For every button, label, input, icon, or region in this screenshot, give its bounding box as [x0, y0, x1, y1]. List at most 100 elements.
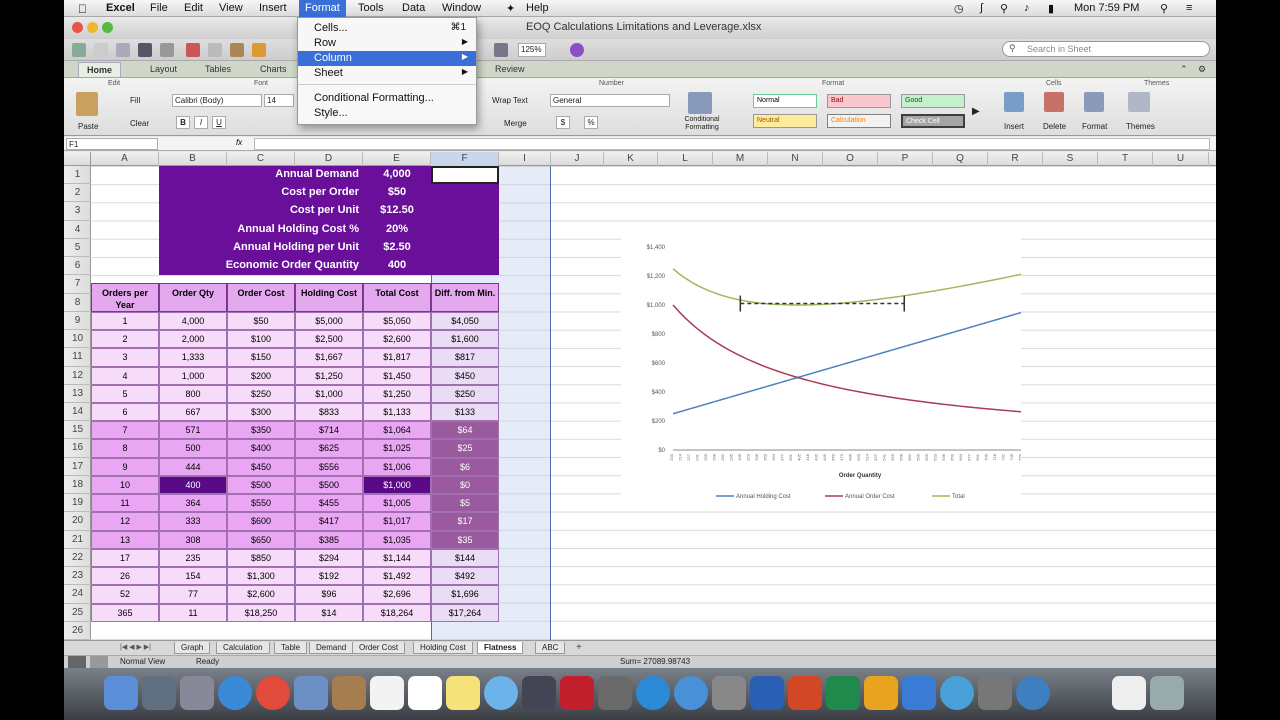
wifi-icon[interactable]: ⚲ [1000, 2, 1008, 15]
iphoto-icon[interactable] [598, 676, 632, 710]
format-menu-item-conditional-formatting[interactable]: Conditional Formatting... [298, 91, 476, 106]
column-header-u[interactable]: U [1153, 152, 1209, 166]
apple-menu-icon[interactable]:  [78, 2, 87, 16]
menu-edit[interactable]: Edit [184, 2, 203, 14]
column-header-c[interactable]: C [227, 152, 295, 166]
column-header-o[interactable]: O [823, 152, 878, 166]
add-sheet-icon[interactable]: + [576, 642, 582, 653]
search-sheet-input[interactable]: Search in Sheet ⚲ [1002, 41, 1210, 57]
mail-icon[interactable] [294, 676, 328, 710]
format-painter-icon[interactable] [252, 43, 266, 57]
row-header-9[interactable]: 9 [64, 312, 91, 331]
row-header-15[interactable]: 15 [64, 421, 91, 440]
finder-icon[interactable] [104, 676, 138, 710]
format-menu-item-style[interactable]: Style... [298, 106, 476, 121]
style-check-cell[interactable]: Check Cell [901, 114, 965, 128]
app-store-icon[interactable] [674, 676, 708, 710]
calendar-icon[interactable] [370, 676, 404, 710]
save-icon[interactable] [138, 43, 152, 57]
outlook-icon[interactable] [864, 676, 898, 710]
format-menu-item-sheet[interactable]: Sheet ▶ [298, 66, 476, 81]
font-name-select[interactable]: Calibri (Body) [172, 94, 262, 107]
tab-layout[interactable]: Layout [150, 64, 177, 74]
row-header-2[interactable]: 2 [64, 184, 91, 203]
sheet-tab-order-cost[interactable]: Order Cost [352, 642, 406, 654]
bold-button[interactable]: B [176, 116, 190, 129]
fx-icon[interactable]: fx [236, 138, 242, 147]
row-header-7[interactable]: 7 [64, 275, 91, 294]
delete-button[interactable]: Delete [1043, 122, 1066, 131]
row-header-18[interactable]: 18 [64, 476, 91, 495]
quicktime-icon[interactable] [1016, 676, 1050, 710]
conditional-formatting-icon[interactable] [688, 92, 712, 114]
active-cell-f1[interactable] [431, 166, 499, 185]
tab-tables[interactable]: Tables [205, 64, 231, 74]
row-header-10[interactable]: 10 [64, 330, 91, 349]
sheet-tab-flatness[interactable]: Flatness [477, 642, 524, 654]
column-header-k[interactable]: K [604, 152, 658, 166]
zoom-box[interactable]: 125% [518, 43, 546, 57]
column-header-s[interactable]: S [1043, 152, 1098, 166]
contacts-icon[interactable] [332, 676, 366, 710]
row-header-24[interactable]: 24 [64, 585, 91, 604]
cut-icon[interactable] [186, 43, 200, 57]
column-header-n[interactable]: N [768, 152, 823, 166]
open-icon[interactable] [116, 43, 130, 57]
percent-format-button[interactable]: % [584, 116, 598, 129]
menu-insert[interactable]: Insert [259, 2, 287, 14]
spotlight-icon[interactable]: ⚲ [1160, 2, 1168, 15]
style-bad[interactable]: Bad [827, 94, 891, 108]
menu-tools[interactable]: Tools [358, 2, 384, 14]
row-header-23[interactable]: 23 [64, 567, 91, 586]
fill-button[interactable]: Fill [130, 96, 140, 105]
notification-icon[interactable]: ≡ [1186, 2, 1192, 14]
row-header-1[interactable]: 1 [64, 166, 91, 185]
underline-button[interactable]: U [212, 116, 226, 129]
paste-icon[interactable] [230, 43, 244, 57]
column-header-j[interactable]: J [551, 152, 604, 166]
insert-button[interactable]: Insert [1004, 122, 1024, 131]
column-header-d[interactable]: D [295, 152, 363, 166]
time-machine-icon[interactable]: ◷ [954, 2, 964, 15]
menu-help[interactable]: Help [526, 2, 549, 14]
row-header-4[interactable]: 4 [64, 221, 91, 239]
row-header-16[interactable]: 16 [64, 439, 91, 458]
row-header-22[interactable]: 22 [64, 549, 91, 568]
sheet-tab-demand[interactable]: Demand [309, 642, 354, 654]
copy-icon[interactable] [208, 43, 222, 57]
zoom-window-button[interactable] [102, 22, 113, 33]
column-header-l[interactable]: L [658, 152, 713, 166]
powerpoint-icon[interactable] [788, 676, 822, 710]
styles-more-arrow-icon[interactable]: ▶ [972, 106, 980, 117]
sheet-tab-calculation[interactable]: Calculation [216, 642, 270, 654]
row-header-21[interactable]: 21 [64, 531, 91, 549]
row-header-17[interactable]: 17 [64, 458, 91, 476]
sheet-tab-abc[interactable]: ABC [535, 642, 566, 654]
delete-cells-icon[interactable] [1044, 92, 1064, 112]
column-header-p[interactable]: P [878, 152, 933, 166]
row-header-19[interactable]: 19 [64, 494, 91, 513]
print-icon[interactable] [160, 43, 174, 57]
style-calculation[interactable]: Calculation [827, 114, 891, 128]
format-cells-icon[interactable] [1084, 92, 1104, 112]
menu-data[interactable]: Data [402, 2, 425, 14]
column-header-b[interactable]: B [159, 152, 227, 166]
column-header-t[interactable]: T [1098, 152, 1153, 166]
row-header-5[interactable]: 5 [64, 239, 91, 258]
script-menu-icon[interactable]: ✦ [506, 2, 515, 15]
format-menu-item-row[interactable]: Row ▶ [298, 36, 476, 51]
new-workbook-icon[interactable] [72, 43, 86, 57]
bluetooth-icon[interactable]: ∫ [980, 2, 983, 14]
clock[interactable]: Mon 7:59 PM [1074, 2, 1139, 14]
column-header-i[interactable]: I [499, 152, 551, 166]
currency-format-button[interactable]: $ [556, 116, 570, 129]
row-header-26[interactable]: 26 [64, 622, 91, 640]
facetime-icon[interactable] [522, 676, 556, 710]
row-header-20[interactable]: 20 [64, 512, 91, 531]
word-icon[interactable] [750, 676, 784, 710]
themes-button[interactable]: Themes [1126, 122, 1155, 131]
style-neutral[interactable]: Neutral [753, 114, 817, 128]
menu-view[interactable]: View [219, 2, 243, 14]
themes-icon[interactable] [1128, 92, 1150, 112]
messages-icon[interactable] [484, 676, 518, 710]
